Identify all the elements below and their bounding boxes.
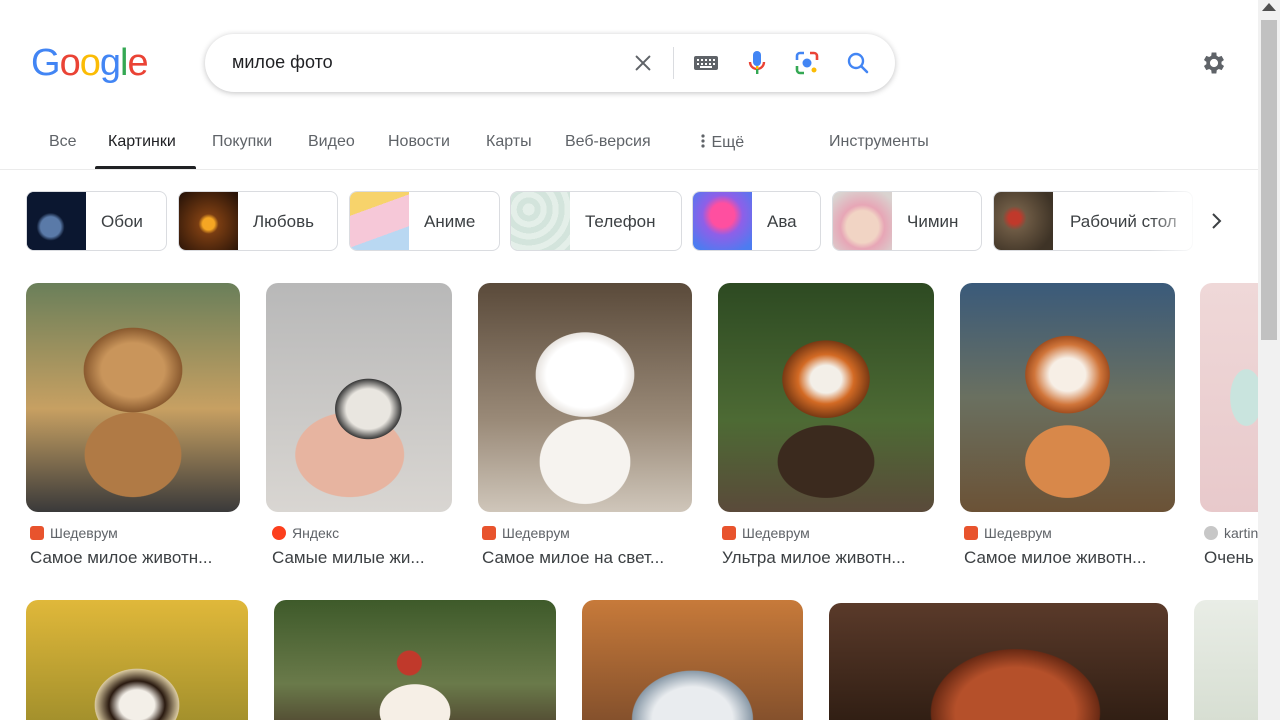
result-source[interactable]: Шедеврум [964, 525, 1052, 541]
source-name: Шедеврум [742, 525, 810, 541]
result-image[interactable] [26, 600, 248, 720]
tab-video[interactable]: Видео [308, 133, 355, 151]
logo-letter: G [31, 42, 61, 84]
chip-thumbnail [27, 192, 86, 250]
source-name: kartin [1224, 525, 1259, 541]
result-source[interactable]: Шедеврум [30, 525, 118, 541]
logo-letter: l [119, 42, 129, 84]
search-box[interactable]: милое фото [205, 34, 895, 92]
tab-more-label: Ещё [711, 134, 745, 151]
tab-tools[interactable]: Инструменты [829, 133, 929, 151]
search-divider [673, 47, 674, 79]
chips-fade [1150, 191, 1200, 251]
chip-label: Телефон [585, 212, 656, 231]
logo-letter: g [99, 42, 121, 84]
result-source[interactable]: Шедеврум [722, 525, 810, 541]
source-name: Яндекс [292, 525, 340, 541]
result-image[interactable] [478, 283, 692, 512]
scrollbar-thumb[interactable] [1261, 20, 1277, 340]
chip-thumbnail [994, 192, 1053, 250]
close-icon[interactable] [628, 48, 658, 78]
chip-label: Чимин [907, 212, 959, 231]
logo-letter: e [127, 42, 148, 84]
camera-lens-icon[interactable] [792, 48, 822, 78]
chip-love[interactable]: Любовь [178, 191, 338, 251]
search-input[interactable]: милое фото [232, 52, 333, 73]
tab-shopping[interactable]: Покупки [212, 133, 272, 151]
result-image[interactable] [1200, 283, 1258, 512]
chip-label: Обои [101, 212, 143, 231]
chip-thumbnail [693, 192, 752, 250]
result-title[interactable]: Ультра милое животн... [722, 548, 930, 568]
tab-maps[interactable]: Карты [486, 133, 532, 151]
source-favicon-icon [722, 526, 736, 540]
result-image[interactable] [266, 283, 452, 512]
chip-thumbnail [833, 192, 892, 250]
chip-label: Ава [767, 212, 797, 231]
result-image[interactable] [582, 600, 803, 720]
scroll-up-icon[interactable] [1262, 3, 1276, 11]
tab-all[interactable]: Все [49, 133, 77, 151]
result-title[interactable]: Самые милые жи... [272, 548, 450, 568]
result-image[interactable] [274, 600, 556, 720]
source-name: Шедеврум [50, 525, 118, 541]
tab-more[interactable]: Ещё [699, 133, 744, 152]
keyboard-icon[interactable] [691, 48, 721, 78]
search-tabs: Все Картинки Покупки Видео Новости Карты… [0, 118, 1258, 170]
result-title[interactable]: Очень [1204, 548, 1258, 568]
tab-images[interactable]: Картинки [108, 133, 176, 151]
logo-letter: o [79, 42, 101, 84]
result-image[interactable] [718, 283, 934, 512]
chip-wallpapers[interactable]: Обои [26, 191, 167, 251]
source-name: Шедеврум [502, 525, 570, 541]
chip-jimin[interactable]: Чимин [832, 191, 982, 251]
result-image[interactable] [960, 283, 1175, 512]
active-tab-indicator [95, 166, 196, 169]
source-favicon-icon [964, 526, 978, 540]
google-logo[interactable]: Google [31, 42, 149, 85]
microphone-icon[interactable] [742, 48, 772, 78]
logo-letter: o [59, 42, 81, 84]
chevron-right-icon[interactable] [1196, 201, 1236, 241]
result-image[interactable] [829, 603, 1168, 720]
source-name: Шедеврум [984, 525, 1052, 541]
tab-web[interactable]: Веб-версия [565, 133, 651, 151]
tab-news[interactable]: Новости [388, 133, 450, 151]
search-icon[interactable] [843, 48, 873, 78]
dots-vertical-icon [701, 134, 705, 148]
result-title[interactable]: Самое милое животн... [964, 548, 1171, 568]
result-title[interactable]: Самое милое животн... [30, 548, 236, 568]
result-source[interactable]: Яндекс [272, 525, 339, 541]
source-favicon-icon [482, 526, 496, 540]
result-image[interactable] [1194, 600, 1258, 720]
source-favicon-icon [1204, 526, 1218, 540]
chip-thumbnail [350, 192, 409, 250]
chip-avatar[interactable]: Ава [692, 191, 821, 251]
result-title[interactable]: Самое милое на свет... [482, 548, 688, 568]
chip-thumbnail [179, 192, 238, 250]
chip-thumbnail [511, 192, 570, 250]
result-source[interactable]: kartin [1204, 525, 1258, 541]
chip-phone[interactable]: Телефон [510, 191, 682, 251]
result-image[interactable] [26, 283, 240, 512]
result-source[interactable]: Шедеврум [482, 525, 570, 541]
chip-label: Аниме [424, 212, 476, 231]
chip-anime[interactable]: Аниме [349, 191, 500, 251]
source-favicon-icon [30, 526, 44, 540]
gear-icon[interactable] [1198, 47, 1230, 79]
chip-label: Любовь [253, 212, 314, 231]
source-favicon-icon [272, 526, 286, 540]
